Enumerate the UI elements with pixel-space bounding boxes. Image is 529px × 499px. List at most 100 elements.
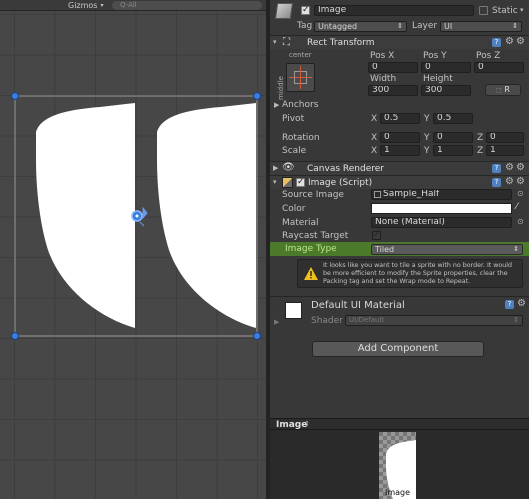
chevron-down-icon[interactable]: ▾ <box>520 6 524 14</box>
image-type-dropdown[interactable]: Tiled ⇕ <box>371 244 523 255</box>
chevron-updown-icon: ⇕ <box>397 22 403 30</box>
foldout-arrow-icon[interactable]: ▶ <box>274 318 279 326</box>
gear-icon[interactable]: ⚙ <box>505 36 514 47</box>
shader-dropdown[interactable]: UI/Default ⇕ <box>345 315 523 326</box>
pivot-y-label: Y <box>424 114 430 124</box>
width-field[interactable]: 300 <box>368 85 418 96</box>
scale-z-label: Z <box>477 146 484 156</box>
gear-icon[interactable]: ⚙ <box>516 176 525 187</box>
preview-thumb-label: Image <box>385 488 411 497</box>
layer-value: UI <box>444 22 453 31</box>
rot-x-label: X <box>371 133 378 143</box>
canvas-renderer-title: Canvas Renderer <box>307 164 384 174</box>
pivot-x-field[interactable]: 0.5 <box>380 113 420 124</box>
chevron-updown-icon: ⇕ <box>304 420 310 428</box>
image-script-title: Image (Script) <box>308 178 373 188</box>
pivot-x-label: X <box>371 114 378 124</box>
image-script-header[interactable]: ▾ Image (Script) ? ⚙ ⚙ <box>270 175 529 189</box>
rot-y-label: Y <box>424 133 430 143</box>
rect-transform-header[interactable]: ▾ ⛶ Rect Transform ? ⚙ ⚙ <box>270 35 529 49</box>
image-component-icon <box>282 177 293 188</box>
pos-y-label: Pos Y <box>423 51 447 61</box>
source-image-field[interactable]: Sample_Half <box>371 189 512 200</box>
help-icon[interactable]: ? <box>505 300 514 309</box>
scale-z-field[interactable]: 1 <box>486 145 524 156</box>
gear-icon[interactable]: ⚙ <box>516 36 525 47</box>
dotted-rect-icon: ⬚ <box>496 87 502 94</box>
height-field[interactable]: 300 <box>421 85 471 96</box>
scale-x-label: X <box>371 146 378 156</box>
rot-y-field[interactable]: 0 <box>433 132 473 143</box>
object-name-field[interactable]: Image <box>314 5 474 16</box>
help-icon[interactable]: ? <box>492 164 501 173</box>
raycast-target-label: Raycast Target <box>282 231 349 241</box>
material-label: Material <box>282 218 319 228</box>
raycast-target-checkbox[interactable] <box>372 230 381 240</box>
image-enabled-checkbox[interactable] <box>296 177 305 187</box>
source-image-label: Source Image <box>282 190 344 200</box>
tag-dropdown[interactable]: Untagged ⇕ <box>314 21 407 32</box>
help-icon[interactable]: ? <box>492 178 501 187</box>
material-preview-swatch <box>285 302 302 319</box>
static-label: Static <box>492 6 518 16</box>
selection-handle-tl <box>11 92 19 100</box>
selection-handle-br <box>253 332 261 340</box>
height-label: Height <box>423 74 453 84</box>
anchors-label[interactable]: Anchors <box>282 100 318 110</box>
add-component-button[interactable]: Add Component <box>312 341 484 357</box>
layer-label: Layer <box>412 21 438 31</box>
static-checkbox[interactable] <box>479 6 488 15</box>
foldout-arrow-icon: ▾ <box>273 38 277 46</box>
width-label: Width <box>370 74 397 84</box>
gear-icon[interactable]: ⚙ <box>517 298 526 309</box>
object-picker-icon[interactable]: ⊙ <box>517 217 524 226</box>
gear-icon[interactable]: ⚙ <box>505 162 514 173</box>
warning-icon <box>304 267 318 280</box>
scale-y-label: Y <box>424 146 430 156</box>
gear-icon[interactable]: ⚙ <box>505 176 514 187</box>
layer-dropdown[interactable]: UI ⇕ <box>440 21 522 32</box>
eyedropper-icon[interactable]: ⁄ <box>516 202 518 212</box>
pos-x-field[interactable]: 0 <box>368 62 418 73</box>
rot-x-field[interactable]: 0 <box>380 132 420 143</box>
pivot-label: Pivot <box>282 114 305 124</box>
tag-label: Tag <box>297 21 313 31</box>
rot-z-label: Z <box>477 133 484 143</box>
selection-handle-tr <box>253 92 261 100</box>
tag-value: Untagged <box>318 22 358 31</box>
rect-transform-title: Rect Transform <box>307 38 375 48</box>
pivot-y-field[interactable]: 0.5 <box>433 113 473 124</box>
preview-thumbnail: Image <box>379 432 416 499</box>
anchor-preset-button[interactable] <box>286 63 315 92</box>
preview-title: Image <box>276 420 308 430</box>
object-picker-icon[interactable]: ⊙ <box>517 189 524 198</box>
rotation-label: Rotation <box>282 133 320 143</box>
canvas-renderer-header[interactable]: ▶ 👁 Canvas Renderer ? ⚙ ⚙ <box>270 161 529 175</box>
scale-y-field[interactable]: 1 <box>433 145 473 156</box>
shader-label: Shader <box>311 316 343 326</box>
material-field[interactable]: None (Material) <box>371 217 512 228</box>
foldout-arrow-icon[interactable]: ▶ <box>274 101 279 109</box>
foldout-arrow-icon: ▾ <box>273 178 277 186</box>
anchor-crosshair-icon <box>289 77 312 78</box>
chevron-updown-icon: ⇕ <box>513 316 519 324</box>
anchor-h-label: center <box>289 51 312 59</box>
raw-edit-button[interactable]: ⬚ R <box>485 84 521 96</box>
image-type-value: Tiled <box>375 245 395 254</box>
gear-icon[interactable]: ⚙ <box>516 162 525 173</box>
preview-header[interactable]: Image ⇕ <box>270 418 529 430</box>
image-type-label: Image Type <box>285 244 337 254</box>
help-icon[interactable]: ? <box>492 38 501 47</box>
tiled-sprite-right <box>157 103 256 328</box>
active-checkbox[interactable] <box>301 5 310 15</box>
color-swatch[interactable] <box>371 203 512 214</box>
scale-x-field[interactable]: 1 <box>380 145 420 156</box>
foldout-arrow-icon: ▶ <box>273 164 279 172</box>
source-image-value: Sample_Half <box>383 189 440 199</box>
chevron-updown-icon: ⇕ <box>513 245 519 253</box>
raw-edit-label: R <box>504 85 510 94</box>
pos-z-field[interactable]: 0 <box>474 62 524 73</box>
scene-view[interactable]: Gizmos ▾ Q-All <box>0 0 267 499</box>
rot-z-field[interactable]: 0 <box>486 132 524 143</box>
pos-y-field[interactable]: 0 <box>421 62 471 73</box>
